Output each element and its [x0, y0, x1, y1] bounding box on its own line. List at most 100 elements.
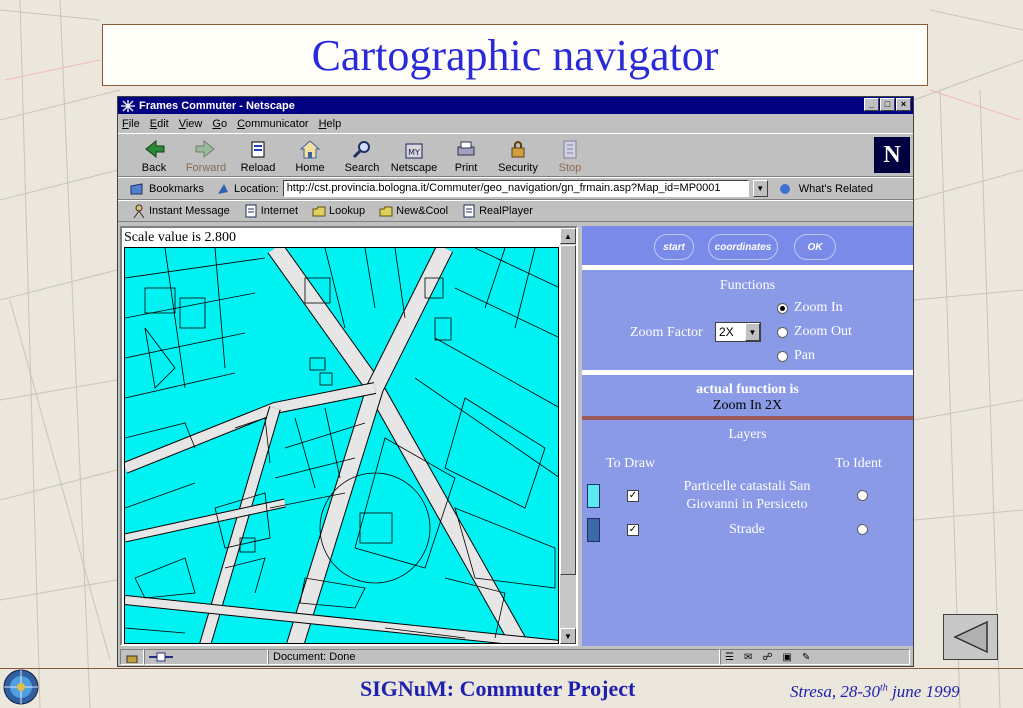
- bookmarks-button[interactable]: Bookmarks: [128, 182, 204, 196]
- bookmarks-icon: [130, 182, 143, 194]
- security-status-icon[interactable]: [120, 649, 144, 665]
- control-frame: start coordinates OK Functions Zoom Fact…: [582, 226, 913, 646]
- start-button[interactable]: start: [654, 234, 694, 260]
- location-bar: Bookmarks Location: http://cst.provincia…: [118, 177, 913, 200]
- bookmark-page-icon: [463, 204, 475, 218]
- layers-panel: Layers To Draw To Ident ✓ Particelle cat…: [582, 424, 913, 646]
- slide-title: Cartographic navigator: [311, 30, 719, 80]
- forward-button[interactable]: Forward: [180, 134, 232, 176]
- layer-1-name: Particelle catastali San Giovanni in Per…: [683, 479, 811, 512]
- forward-arrow-icon: [195, 139, 215, 159]
- pan-option[interactable]: Pan: [777, 348, 815, 364]
- netscape-app-icon: [121, 99, 135, 112]
- zoom-in-option[interactable]: Zoom In: [777, 300, 843, 316]
- location-icon: [218, 183, 229, 194]
- menu-bar: File Edit View Go Communicator Help: [118, 114, 913, 133]
- map-frame: Scale value is 2.800 ▲ ▼: [120, 226, 578, 646]
- menu-go[interactable]: Go: [212, 118, 227, 130]
- footer-divider: [0, 668, 1023, 669]
- home-button[interactable]: Home: [284, 134, 336, 176]
- navigator-icon[interactable]: ☰: [725, 652, 734, 663]
- status-bar: Document: Done ☰ ✉ ☍ ▣ ✎: [120, 648, 913, 666]
- location-label: Location:: [234, 182, 279, 195]
- close-button[interactable]: ×: [896, 98, 911, 111]
- layer-2-ident-radio[interactable]: [857, 524, 868, 535]
- cadastral-map[interactable]: [124, 247, 559, 644]
- scroll-thumb[interactable]: [560, 245, 576, 575]
- print-icon: [457, 141, 475, 156]
- folder-icon: [312, 206, 326, 217]
- layer-2-name: Strade: [729, 522, 765, 537]
- layer-2-draw-checkbox[interactable]: ✓: [627, 524, 639, 536]
- composer-icon[interactable]: ✎: [802, 652, 810, 663]
- zoom-in-radio[interactable]: [777, 302, 788, 314]
- to-draw-header: To Draw: [606, 456, 656, 471]
- url-input[interactable]: http://cst.provincia.bologna.it/Commuter…: [282, 180, 749, 197]
- maximize-button[interactable]: □: [880, 98, 895, 111]
- bookmark-page-icon: [245, 204, 257, 218]
- zoom-factor-select[interactable]: 2X ▼: [715, 322, 761, 342]
- search-button[interactable]: Search: [336, 134, 388, 176]
- url-dropdown-button[interactable]: ▼: [752, 180, 768, 197]
- pan-radio[interactable]: [777, 350, 788, 362]
- triangle-left-icon: [952, 620, 988, 654]
- reload-button[interactable]: Reload: [232, 134, 284, 176]
- whats-related-button[interactable]: What's Related: [776, 182, 873, 196]
- navigation-toolbar: Back Forward Reload Home Search MY Netsc…: [118, 133, 913, 177]
- menu-edit[interactable]: Edit: [150, 118, 169, 130]
- scale-value: Scale value is 2.800: [124, 230, 236, 245]
- stop-button[interactable]: Stop: [544, 134, 596, 176]
- map-vertical-scrollbar[interactable]: ▲ ▼: [560, 228, 576, 644]
- page-content: Scale value is 2.800 ▲ ▼ start coordinat…: [120, 226, 913, 646]
- map-canvas[interactable]: [125, 248, 559, 644]
- layer-color-swatch: [587, 484, 600, 508]
- zoom-out-radio[interactable]: [777, 326, 788, 338]
- scroll-down-button[interactable]: ▼: [560, 628, 576, 644]
- person-icon: [133, 204, 145, 218]
- menu-view[interactable]: View: [179, 118, 203, 130]
- netscape-button[interactable]: MY Netscape: [388, 134, 440, 176]
- actual-function-label: actual function is: [696, 382, 799, 397]
- layer-1-draw-checkbox[interactable]: ✓: [627, 490, 639, 502]
- connection-status-icon: [144, 649, 268, 665]
- layer-1-ident-radio[interactable]: [857, 490, 868, 501]
- actual-function-panel: actual function is Zoom In 2X: [582, 380, 913, 420]
- zoom-out-option[interactable]: Zoom Out: [777, 324, 852, 340]
- lookup-button[interactable]: Lookup: [312, 204, 365, 218]
- functions-panel: Functions Zoom Factor 2X ▼ Zoom In Zoom …: [582, 275, 913, 375]
- zoom-factor-dropdown-button[interactable]: ▼: [745, 323, 760, 341]
- addressbook-icon[interactable]: ▣: [783, 652, 792, 663]
- coordinates-button[interactable]: coordinates: [708, 234, 778, 260]
- new-cool-button[interactable]: New&Cool: [379, 204, 448, 218]
- print-button[interactable]: Print: [440, 134, 492, 176]
- back-button[interactable]: Back: [128, 134, 180, 176]
- realplayer-button[interactable]: RealPlayer: [462, 204, 533, 218]
- scroll-up-button[interactable]: ▲: [560, 228, 576, 244]
- control-buttons-bar: start coordinates OK: [582, 226, 913, 270]
- menu-file[interactable]: File: [122, 118, 140, 130]
- newsgroup-icon[interactable]: ☍: [762, 652, 772, 663]
- component-bar: ☰ ✉ ☍ ▣ ✎: [720, 649, 910, 665]
- previous-slide-button[interactable]: [943, 614, 998, 660]
- netscape-icon: MY: [405, 143, 423, 159]
- footer-title: SIGNuM: Commuter Project: [360, 676, 636, 701]
- slide-title-box: Cartographic navigator: [102, 24, 928, 86]
- netscape-logo[interactable]: N: [874, 137, 910, 173]
- security-button[interactable]: Security: [492, 134, 544, 176]
- functions-header: Functions: [719, 278, 776, 293]
- internet-button[interactable]: Internet: [244, 204, 298, 218]
- svg-text:MY: MY: [408, 148, 420, 157]
- menu-help[interactable]: Help: [319, 118, 342, 130]
- signum-logo: [3, 669, 39, 705]
- ok-button[interactable]: OK: [794, 234, 836, 260]
- layers-header: Layers: [728, 427, 767, 442]
- window-titlebar[interactable]: Frames Commuter - Netscape _ □ ×: [118, 97, 913, 114]
- mail-icon[interactable]: ✉: [744, 652, 752, 663]
- personal-toolbar: Instant Message Internet Lookup New&Cool…: [118, 200, 913, 222]
- instant-message-button[interactable]: Instant Message: [132, 204, 230, 218]
- search-icon: [352, 141, 370, 159]
- menu-communicator[interactable]: Communicator: [237, 118, 309, 130]
- stop-icon: [563, 140, 577, 159]
- minimize-button[interactable]: _: [864, 98, 879, 111]
- window-title: Frames Commuter - Netscape: [139, 99, 295, 112]
